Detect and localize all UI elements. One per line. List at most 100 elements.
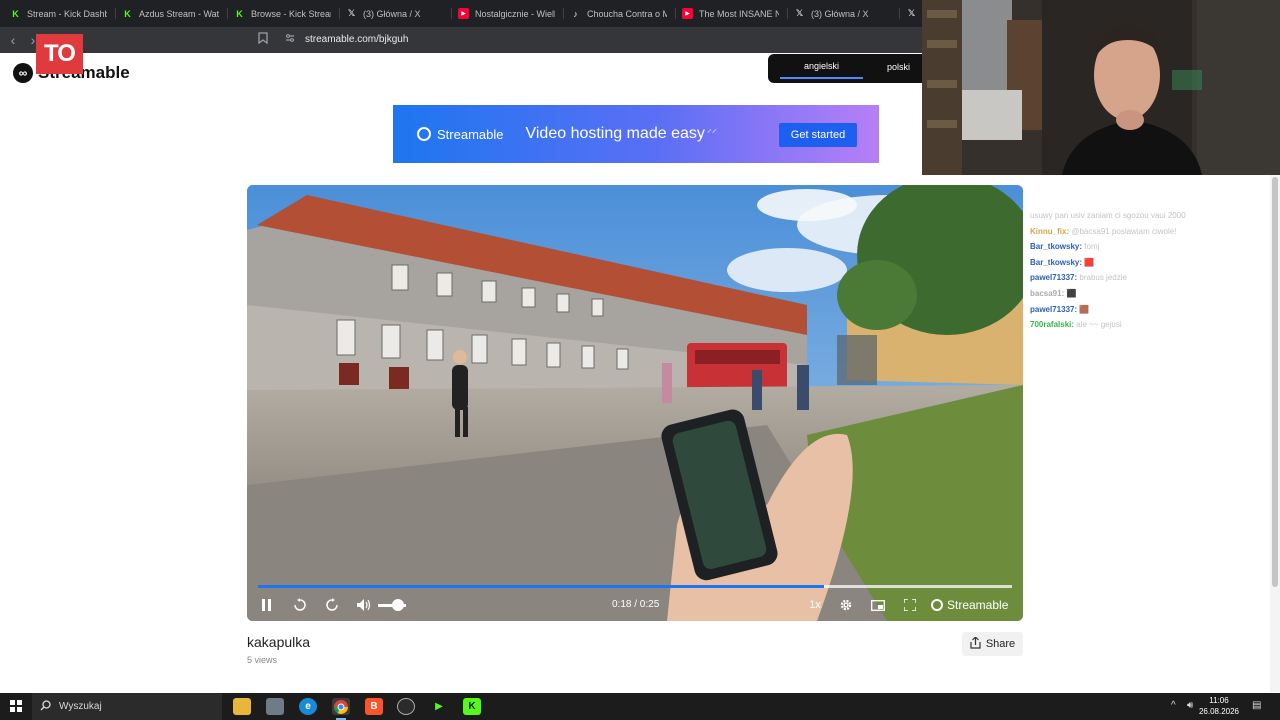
obs-icon[interactable]: [397, 698, 415, 715]
browser-tab-label: The Most INSANE NF: [699, 8, 779, 19]
banner-brand: Streamable: [437, 126, 504, 142]
file-explorer-icon[interactable]: [233, 698, 251, 715]
chat-message: Kinnu_fix: @bacsa91 poslawiam ciwole!: [1030, 224, 1270, 240]
chat-text: 🟫: [1079, 304, 1090, 314]
scrollbar-thumb[interactable]: [1272, 177, 1278, 587]
player-brand[interactable]: Streamable: [931, 598, 1008, 612]
share-icon: [970, 635, 981, 652]
browser-tab-label: (3) Główna / X: [811, 8, 869, 19]
chat-message: Bar_tkowsky: 🟥: [1030, 255, 1270, 271]
chat-message: Bar_tkowsky: fomj: [1030, 239, 1270, 255]
kick-app-icon[interactable]: ▶: [430, 698, 448, 715]
chat-username: pawel71337:: [1030, 273, 1078, 283]
windows-taskbar: Wyszukaj e B ▶ K ^ 🔊︎ 11:06 26.08.2026 ▤: [0, 693, 1280, 720]
chat-username: 700rafalski:: [1030, 320, 1075, 330]
address-bar-url[interactable]: streamable.com/bjkguh: [305, 34, 408, 45]
fullscreen-icon[interactable]: [901, 595, 919, 615]
get-started-button[interactable]: Get started: [779, 123, 857, 147]
chat-username: Bar_tkowsky:: [1030, 257, 1083, 267]
sparkle-icon: ⸝⸝: [706, 124, 717, 135]
rewind-icon[interactable]: [291, 595, 309, 615]
system-app-icon[interactable]: [266, 698, 284, 715]
windows-start-icon[interactable]: [10, 700, 22, 712]
chat-text: usuwy pan usiv zaniam ci sgozou vaui 200…: [1030, 211, 1186, 220]
browser-tab-label: (3) Główna / X: [363, 8, 421, 19]
speaker-icon[interactable]: 🔊︎: [1187, 700, 1193, 711]
chat-text: @bacsa91 poslawiam ciwole!: [1071, 226, 1177, 236]
banner-tagline: Video hosting made easy: [525, 125, 705, 142]
video-progress-fill: [258, 585, 824, 588]
chat-message: pawel71337: 🟫: [1030, 302, 1270, 318]
edge-icon[interactable]: e: [299, 698, 317, 715]
promo-banner[interactable]: Streamable Video hosting made easy ⸝⸝ Ge…: [393, 105, 879, 163]
volume-icon[interactable]: [355, 595, 373, 615]
volume-slider-handle[interactable]: [391, 599, 404, 611]
taskbar-search[interactable]: Wyszukaj: [32, 693, 222, 720]
tiktok-icon: ♪: [573, 8, 578, 19]
webcam-feed: [922, 0, 1280, 175]
page-scrollbar[interactable]: [1270, 175, 1280, 692]
kick-icon: K: [236, 8, 243, 19]
video-time: 0:18 / 0:25: [612, 599, 660, 610]
back-icon[interactable]: ‹: [4, 31, 22, 49]
browser-tab[interactable]: K Azdus Stream - Watch: [116, 0, 228, 27]
browser-tab[interactable]: 𝕏 (3) Główna / X: [788, 0, 900, 27]
x-icon: 𝕏: [795, 8, 804, 18]
bookmark-icon[interactable]: [258, 32, 272, 48]
chat-overlay: usuwy pan usiv zaniam ci sgozou vaui 200…: [1030, 208, 1270, 333]
channel-overlay-logo: TO: [36, 34, 83, 74]
playback-speed-button[interactable]: 1x: [806, 595, 824, 615]
browser-tab[interactable]: 𝕏 (3) Główna / X: [340, 0, 452, 27]
browser-tab[interactable]: ▶ The Most INSANE NF: [676, 0, 788, 27]
chat-username: pawel71337:: [1030, 304, 1078, 314]
x-icon: 𝕏: [347, 8, 356, 18]
x-icon: 𝕏: [907, 8, 916, 18]
chat-text: ale ~~ gejusi: [1076, 320, 1122, 330]
view-count: 5 views: [247, 655, 278, 665]
brave-icon[interactable]: B: [365, 698, 383, 715]
language-switcher: angielski polski: [768, 54, 928, 83]
webcam-overlay: [922, 0, 1280, 175]
youtube-icon: ▶: [682, 8, 693, 19]
browser-tab[interactable]: K Browse - Kick Streams: [228, 0, 340, 27]
browser-tab-label: Stream - Kick Dashboard: [27, 8, 107, 19]
chat-username: bacsa91:: [1030, 288, 1065, 298]
chat-message: pawel71337: brabus jedzie: [1030, 270, 1270, 286]
language-option-active[interactable]: angielski: [780, 58, 864, 79]
settings-gear-icon[interactable]: [837, 595, 855, 615]
notifications-icon[interactable]: ▤: [1252, 700, 1261, 711]
share-label: Share: [985, 638, 1016, 650]
browser-tab-label: Choucha Contra o M: [587, 8, 667, 19]
chrome-icon[interactable]: [332, 698, 350, 720]
video-title: kakapulka: [247, 634, 311, 650]
kick-icon: K: [12, 8, 19, 19]
chat-message: usuwy pan usiv zaniam ci sgozou vaui 200…: [1030, 208, 1270, 224]
picture-in-picture-icon[interactable]: [869, 595, 887, 615]
video-frame: [247, 185, 1023, 621]
browser-tab-label: Nostalgicznie - Wielki: [475, 8, 555, 19]
youtube-icon: ▶: [458, 8, 469, 19]
search-icon: [40, 699, 51, 714]
kick-studio-icon[interactable]: K: [463, 698, 481, 715]
clock-date: 26.08.2026: [1198, 707, 1240, 716]
browser-tab[interactable]: ▶ Nostalgicznie - Wielki: [452, 0, 564, 27]
forward-skip-icon[interactable]: [323, 595, 341, 615]
clock-time: 11:06: [1209, 696, 1229, 705]
site-info-icon[interactable]: [285, 33, 297, 47]
browser-tab[interactable]: K Stream - Kick Dashboard: [4, 0, 116, 27]
video-player[interactable]: 0:18 / 0:25 1x Streamable: [247, 185, 1023, 621]
search-placeholder: Wyszukaj: [59, 701, 102, 712]
chat-text: brabus jedzie: [1079, 273, 1127, 283]
language-option[interactable]: polski: [887, 59, 910, 78]
share-button[interactable]: Share: [962, 632, 1023, 656]
chat-username: Kinnu_fix:: [1030, 226, 1070, 236]
browser-tab-label: Azdus Stream - Watch: [139, 8, 219, 19]
tray-chevron-icon[interactable]: ^: [1171, 700, 1176, 711]
browser-tab[interactable]: ♪ Choucha Contra o M: [564, 0, 676, 27]
streamable-logo-icon: ∞: [13, 63, 33, 83]
video-progress-bar[interactable]: [258, 585, 1012, 588]
taskbar-clock[interactable]: 11:06 26.08.2026: [1196, 695, 1242, 717]
chat-text: fomj: [1084, 242, 1100, 252]
player-brand-label: Streamable: [947, 598, 1009, 612]
pause-icon[interactable]: [259, 595, 275, 615]
